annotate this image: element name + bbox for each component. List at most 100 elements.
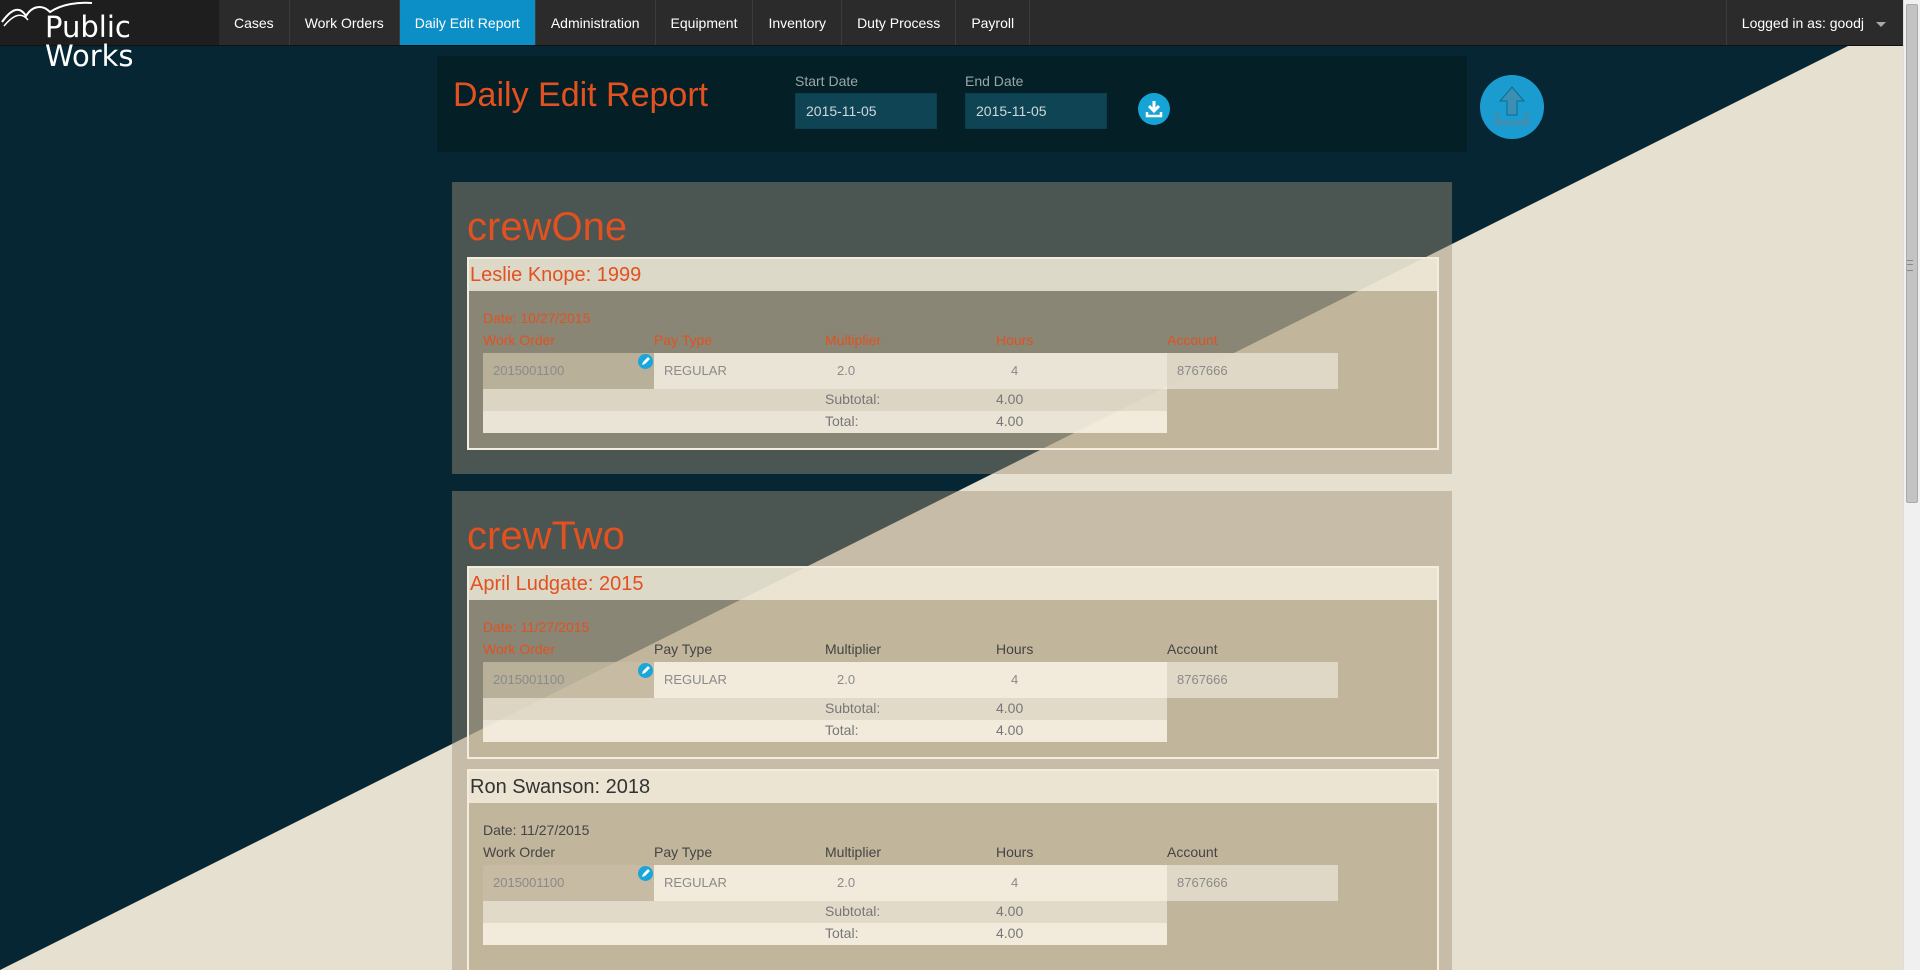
- col-account: Account: [1167, 844, 1218, 860]
- table-row: 2015001100 REGULAR 2.0 4 8767666: [483, 865, 1343, 901]
- subtotal-row: Subtotal: 4.00: [483, 389, 1167, 411]
- entry-date: Date: 10/27/2015: [483, 310, 591, 326]
- column-headers: Work Order Pay Type Multiplier Hours Acc…: [483, 332, 1343, 350]
- crew-name: crewTwo: [467, 514, 625, 558]
- col-work-order: Work Order: [483, 332, 556, 348]
- user-label: Logged in as: goodj: [1741, 15, 1864, 31]
- account-cell: 8767666: [1167, 662, 1338, 698]
- column-headers: Work Order Pay Type Multiplier Hours Acc…: [483, 641, 1343, 659]
- edit-pencil-icon[interactable]: [638, 663, 653, 678]
- pay-type-cell: REGULAR: [654, 353, 825, 389]
- crew-panel: crewOne Leslie Knope: 1999 Date: 10/27/2…: [452, 182, 1452, 474]
- employee-heading: Ron Swanson: 2018: [469, 771, 1437, 803]
- nav-item-administration[interactable]: Administration: [535, 0, 656, 45]
- total-row: Total: 4.00: [483, 923, 1167, 945]
- subtotal-label: Subtotal:: [825, 391, 881, 407]
- start-date-label: Start Date: [795, 73, 859, 89]
- page-title: Daily Edit Report: [453, 76, 709, 114]
- start-date-input[interactable]: [795, 93, 937, 129]
- hours-cell: 4: [996, 353, 1167, 389]
- total-value: 4.00: [996, 925, 1024, 941]
- col-multiplier: Multiplier: [825, 844, 882, 860]
- top-navbar: Public Works Cases Work Orders Daily Edi…: [0, 0, 1904, 71]
- total-label: Total:: [825, 925, 859, 941]
- subtotal-row: Subtotal: 4.00: [483, 698, 1167, 720]
- hours-cell: 4: [996, 865, 1167, 901]
- table-row: 2015001100 REGULAR 2.0 4 8767666: [483, 353, 1343, 389]
- col-multiplier: Multiplier: [825, 332, 882, 348]
- upload-icon: [1494, 86, 1530, 126]
- crew-panel: crewTwo April Ludgate: 2015 Date: 11/27/…: [452, 491, 1452, 970]
- main-nav: Cases Work Orders Daily Edit Report Admi…: [219, 0, 1031, 45]
- work-order-cell: 2015001100: [483, 353, 654, 389]
- edit-pencil-icon[interactable]: [638, 866, 653, 881]
- employee-heading: Leslie Knope: 1999: [469, 259, 1437, 291]
- end-date-group: End Date: [965, 73, 1107, 129]
- col-multiplier: Multiplier: [825, 641, 882, 657]
- crew-name: crewOne: [467, 205, 628, 249]
- col-account: Account: [1167, 641, 1218, 657]
- upload-button[interactable]: [1480, 75, 1544, 139]
- subtotal-value: 4.00: [996, 391, 1024, 407]
- pay-type-cell: REGULAR: [654, 865, 825, 901]
- work-order-cell: 2015001100: [483, 662, 654, 698]
- nav-item-cases[interactable]: Cases: [219, 0, 290, 45]
- grip-icon: [1907, 260, 1913, 271]
- brand-logo[interactable]: Public Works: [0, 0, 219, 71]
- caret-down-icon: [1876, 21, 1886, 27]
- total-value: 4.00: [996, 722, 1024, 738]
- scrollbar-thumb[interactable]: [1906, 4, 1918, 503]
- account-cell: 8767666: [1167, 865, 1338, 901]
- column-headers: Work Order Pay Type Multiplier Hours Acc…: [483, 844, 1343, 862]
- col-hours: Hours: [996, 332, 1034, 348]
- total-row: Total: 4.00: [483, 720, 1167, 742]
- employee-block: Ron Swanson: 2018 Date: 11/27/2015 Work …: [467, 769, 1439, 970]
- col-pay-type: Pay Type: [654, 641, 713, 657]
- multiplier-cell: 2.0: [825, 353, 996, 389]
- pay-type-cell: REGULAR: [654, 662, 825, 698]
- nav-item-work-orders[interactable]: Work Orders: [289, 0, 400, 45]
- start-date-group: Start Date: [795, 73, 937, 129]
- col-work-order: Work Order: [483, 641, 556, 657]
- hours-cell: 4: [996, 662, 1167, 698]
- nav-item-equipment[interactable]: Equipment: [655, 0, 754, 45]
- end-date-label: End Date: [965, 73, 1024, 89]
- nav-item-payroll[interactable]: Payroll: [956, 0, 1031, 45]
- download-button[interactable]: [1138, 93, 1170, 125]
- work-order-cell: 2015001100: [483, 865, 654, 901]
- nav-item-daily-edit-report[interactable]: Daily Edit Report: [399, 0, 536, 45]
- edit-pencil-icon[interactable]: [638, 354, 653, 369]
- employee-block: Leslie Knope: 1999 Date: 10/27/2015 Work…: [467, 257, 1439, 450]
- report-header: Daily Edit Report Start Date End Date: [437, 56, 1467, 152]
- col-pay-type: Pay Type: [654, 844, 713, 860]
- end-date-input[interactable]: [965, 93, 1107, 129]
- total-label: Total:: [825, 413, 859, 429]
- employee-heading: April Ludgate: 2015: [469, 568, 1437, 600]
- page-scrollbar[interactable]: [1903, 0, 1920, 970]
- entry-date: Date: 11/27/2015: [483, 822, 590, 838]
- subtotal-row: Subtotal: 4.00: [483, 901, 1167, 923]
- entry-date: Date: 11/27/2015: [483, 619, 590, 635]
- col-work-order: Work Order: [483, 844, 556, 860]
- multiplier-cell: 2.0: [825, 865, 996, 901]
- col-hours: Hours: [996, 844, 1034, 860]
- nav-item-duty-process[interactable]: Duty Process: [842, 0, 957, 45]
- multiplier-cell: 2.0: [825, 662, 996, 698]
- nav-item-inventory[interactable]: Inventory: [753, 0, 843, 45]
- subtotal-label: Subtotal:: [825, 700, 881, 716]
- table-row: 2015001100 REGULAR 2.0 4 8767666: [483, 662, 1343, 698]
- employee-block: April Ludgate: 2015 Date: 11/27/2015 Wor…: [467, 566, 1439, 759]
- total-label: Total:: [825, 722, 859, 738]
- user-menu[interactable]: Logged in as: goodj: [1725, 0, 1904, 45]
- total-row: Total: 4.00: [483, 411, 1167, 433]
- subtotal-value: 4.00: [996, 903, 1024, 919]
- brand-name: Public Works: [45, 10, 134, 73]
- subtotal-value: 4.00: [996, 700, 1024, 716]
- total-value: 4.00: [996, 413, 1024, 429]
- col-pay-type: Pay Type: [654, 332, 713, 348]
- account-cell: 8767666: [1167, 353, 1338, 389]
- download-icon: [1145, 101, 1163, 118]
- subtotal-label: Subtotal:: [825, 903, 881, 919]
- col-account: Account: [1167, 332, 1218, 348]
- col-hours: Hours: [996, 641, 1034, 657]
